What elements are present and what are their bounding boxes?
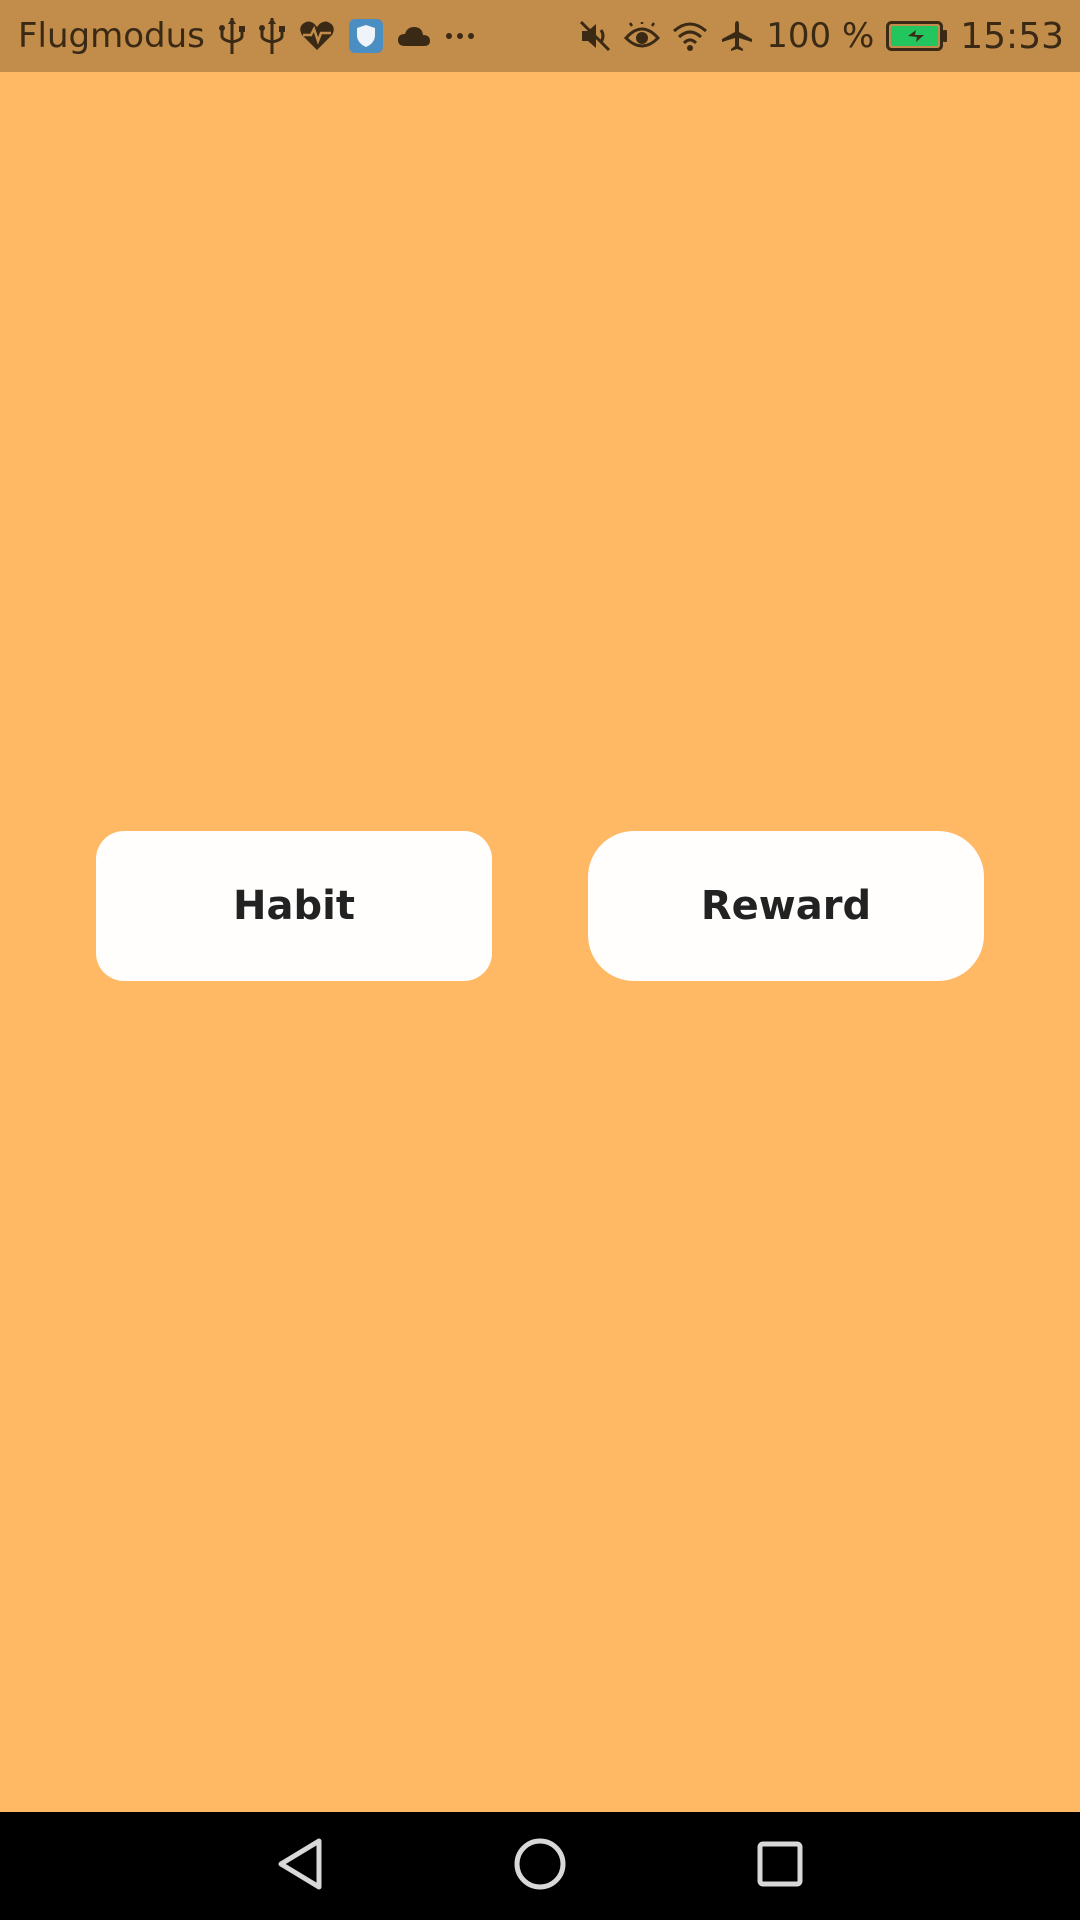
- shield-app-icon: [348, 19, 383, 53]
- home-button[interactable]: [480, 1812, 600, 1920]
- status-bar-left: Flugmodus: [18, 16, 578, 56]
- home-icon: [513, 1837, 567, 1895]
- reward-button[interactable]: Reward: [588, 831, 984, 981]
- usb-icon: [218, 16, 245, 56]
- cloud-icon: [397, 25, 431, 47]
- airplane-icon: [720, 19, 754, 53]
- status-bar: Flugmodus 100 % 15:53: [0, 0, 1080, 72]
- recents-icon: [756, 1840, 804, 1892]
- mute-icon: [578, 19, 612, 53]
- habit-button[interactable]: Habit: [96, 831, 492, 981]
- wifi-icon: [672, 21, 708, 51]
- clock: 15:53: [960, 15, 1064, 57]
- health-icon: [299, 20, 335, 52]
- back-icon: [275, 1837, 325, 1895]
- back-button[interactable]: [240, 1812, 360, 1920]
- more-icon: [445, 32, 475, 40]
- eye-icon: [624, 22, 661, 50]
- battery-charging-icon: [886, 21, 948, 51]
- battery-percent: 100 %: [766, 16, 875, 56]
- status-bar-right: 100 % 15:53: [578, 16, 1064, 57]
- navigation-bar: [0, 1812, 1080, 1920]
- carrier-label: Flugmodus: [18, 16, 205, 56]
- main-content: Habit Reward: [0, 72, 1080, 1812]
- usb-icon: [258, 16, 285, 56]
- recents-button[interactable]: [720, 1812, 840, 1920]
